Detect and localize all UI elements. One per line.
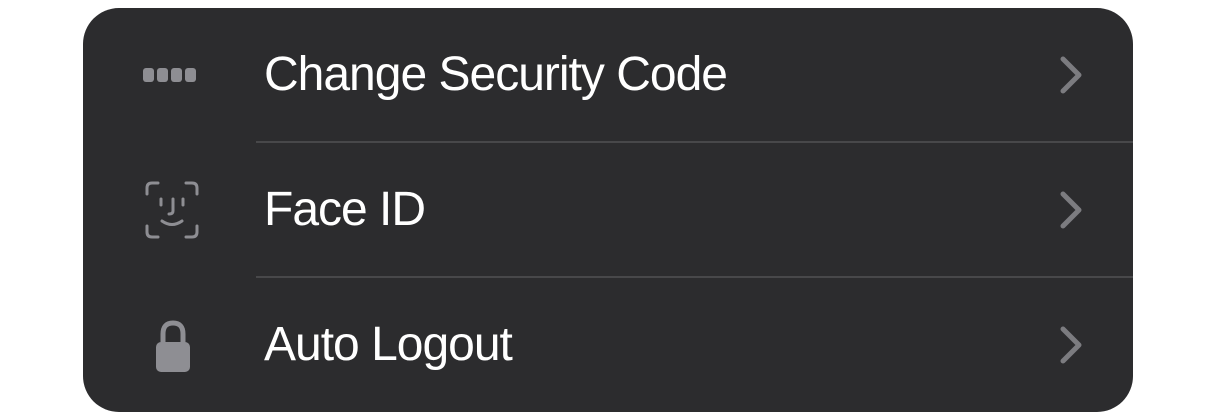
face-id-row[interactable]: Face ID [83, 143, 1133, 277]
passcode-dots-icon [133, 45, 213, 105]
change-security-code-row[interactable]: Change Security Code [83, 8, 1133, 142]
face-id-label: Face ID [264, 183, 426, 236]
lock-icon [133, 315, 213, 375]
change-security-code-label: Change Security Code [264, 48, 728, 101]
auto-logout-label: Auto Logout [264, 318, 513, 371]
chevron-right-icon [1051, 53, 1091, 97]
chevron-right-icon [1051, 323, 1091, 367]
settings-card: Change Security Code Face ID Auto Logout [83, 8, 1133, 412]
chevron-right-icon [1051, 188, 1091, 232]
auto-logout-row[interactable]: Auto Logout [83, 278, 1133, 412]
face-id-icon [133, 180, 213, 240]
